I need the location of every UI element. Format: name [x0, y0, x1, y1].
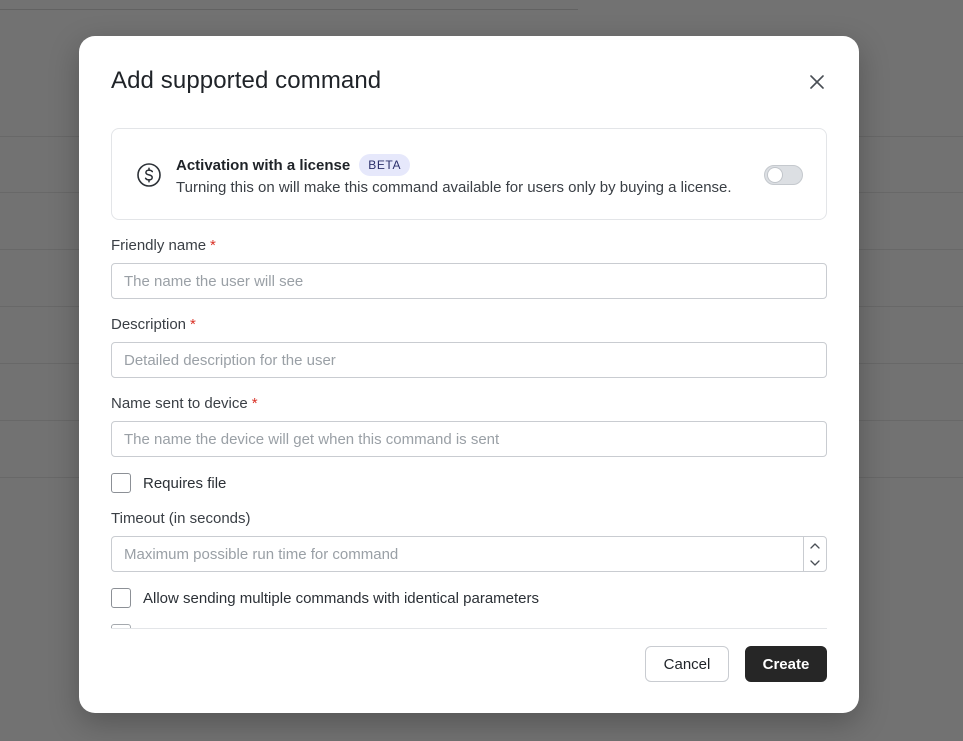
license-activation-card: Activation with a license BETA Turning t…	[111, 128, 827, 220]
requires-file-checkbox[interactable]	[111, 473, 131, 493]
friendly-name-label: Friendly name *	[111, 237, 216, 254]
allow-multiple-label: Allow sending multiple commands with ide…	[143, 589, 540, 607]
timeout-stepper	[803, 537, 826, 571]
device-name-input[interactable]	[111, 421, 827, 457]
footer-divider	[111, 628, 827, 629]
dialog-title: Add supported command	[111, 67, 382, 94]
timeout-label: Timeout (in seconds)	[111, 510, 251, 527]
allow-multiple-checkbox[interactable]	[111, 588, 131, 608]
allow-multiple-option[interactable]: Allow sending multiple commands with ide…	[111, 588, 539, 608]
increment-button[interactable]	[804, 537, 826, 554]
cancel-button[interactable]: Cancel	[645, 646, 729, 682]
requires-file-option[interactable]: Requires file	[111, 473, 226, 493]
add-command-dialog: Add supported command Activation with a …	[79, 36, 859, 713]
device-name-label: Name sent to device *	[111, 395, 258, 412]
chevron-up-icon	[810, 542, 820, 549]
toggle-knob	[768, 168, 782, 182]
license-toggle[interactable]	[764, 165, 803, 185]
required-mark: *	[251, 395, 258, 412]
chevron-down-icon	[810, 559, 820, 566]
device-name-label-text: Name sent to device	[111, 395, 248, 412]
required-mark: *	[190, 316, 196, 333]
create-button[interactable]: Create	[745, 646, 827, 682]
requires-file-label: Requires file	[143, 474, 227, 492]
decrement-button[interactable]	[804, 554, 826, 571]
timeout-input[interactable]	[111, 536, 827, 572]
description-label: Description *	[111, 316, 196, 333]
license-title: Activation with a license	[176, 156, 351, 174]
friendly-name-input[interactable]	[111, 263, 827, 299]
dialog-body[interactable]: Activation with a license BETA Turning t…	[111, 128, 827, 628]
license-description: Turning this on will make this command a…	[176, 179, 732, 196]
dollar-circle-icon	[137, 163, 161, 187]
license-title-row: Activation with a license BETA	[176, 154, 411, 176]
close-button[interactable]	[805, 70, 829, 94]
timeout-field	[111, 536, 827, 572]
description-input[interactable]	[111, 342, 827, 378]
description-label-text: Description	[111, 316, 187, 333]
beta-badge: BETA	[359, 154, 411, 176]
close-icon	[810, 75, 824, 89]
friendly-name-label-text: Friendly name	[111, 237, 207, 254]
required-mark: *	[210, 237, 216, 254]
